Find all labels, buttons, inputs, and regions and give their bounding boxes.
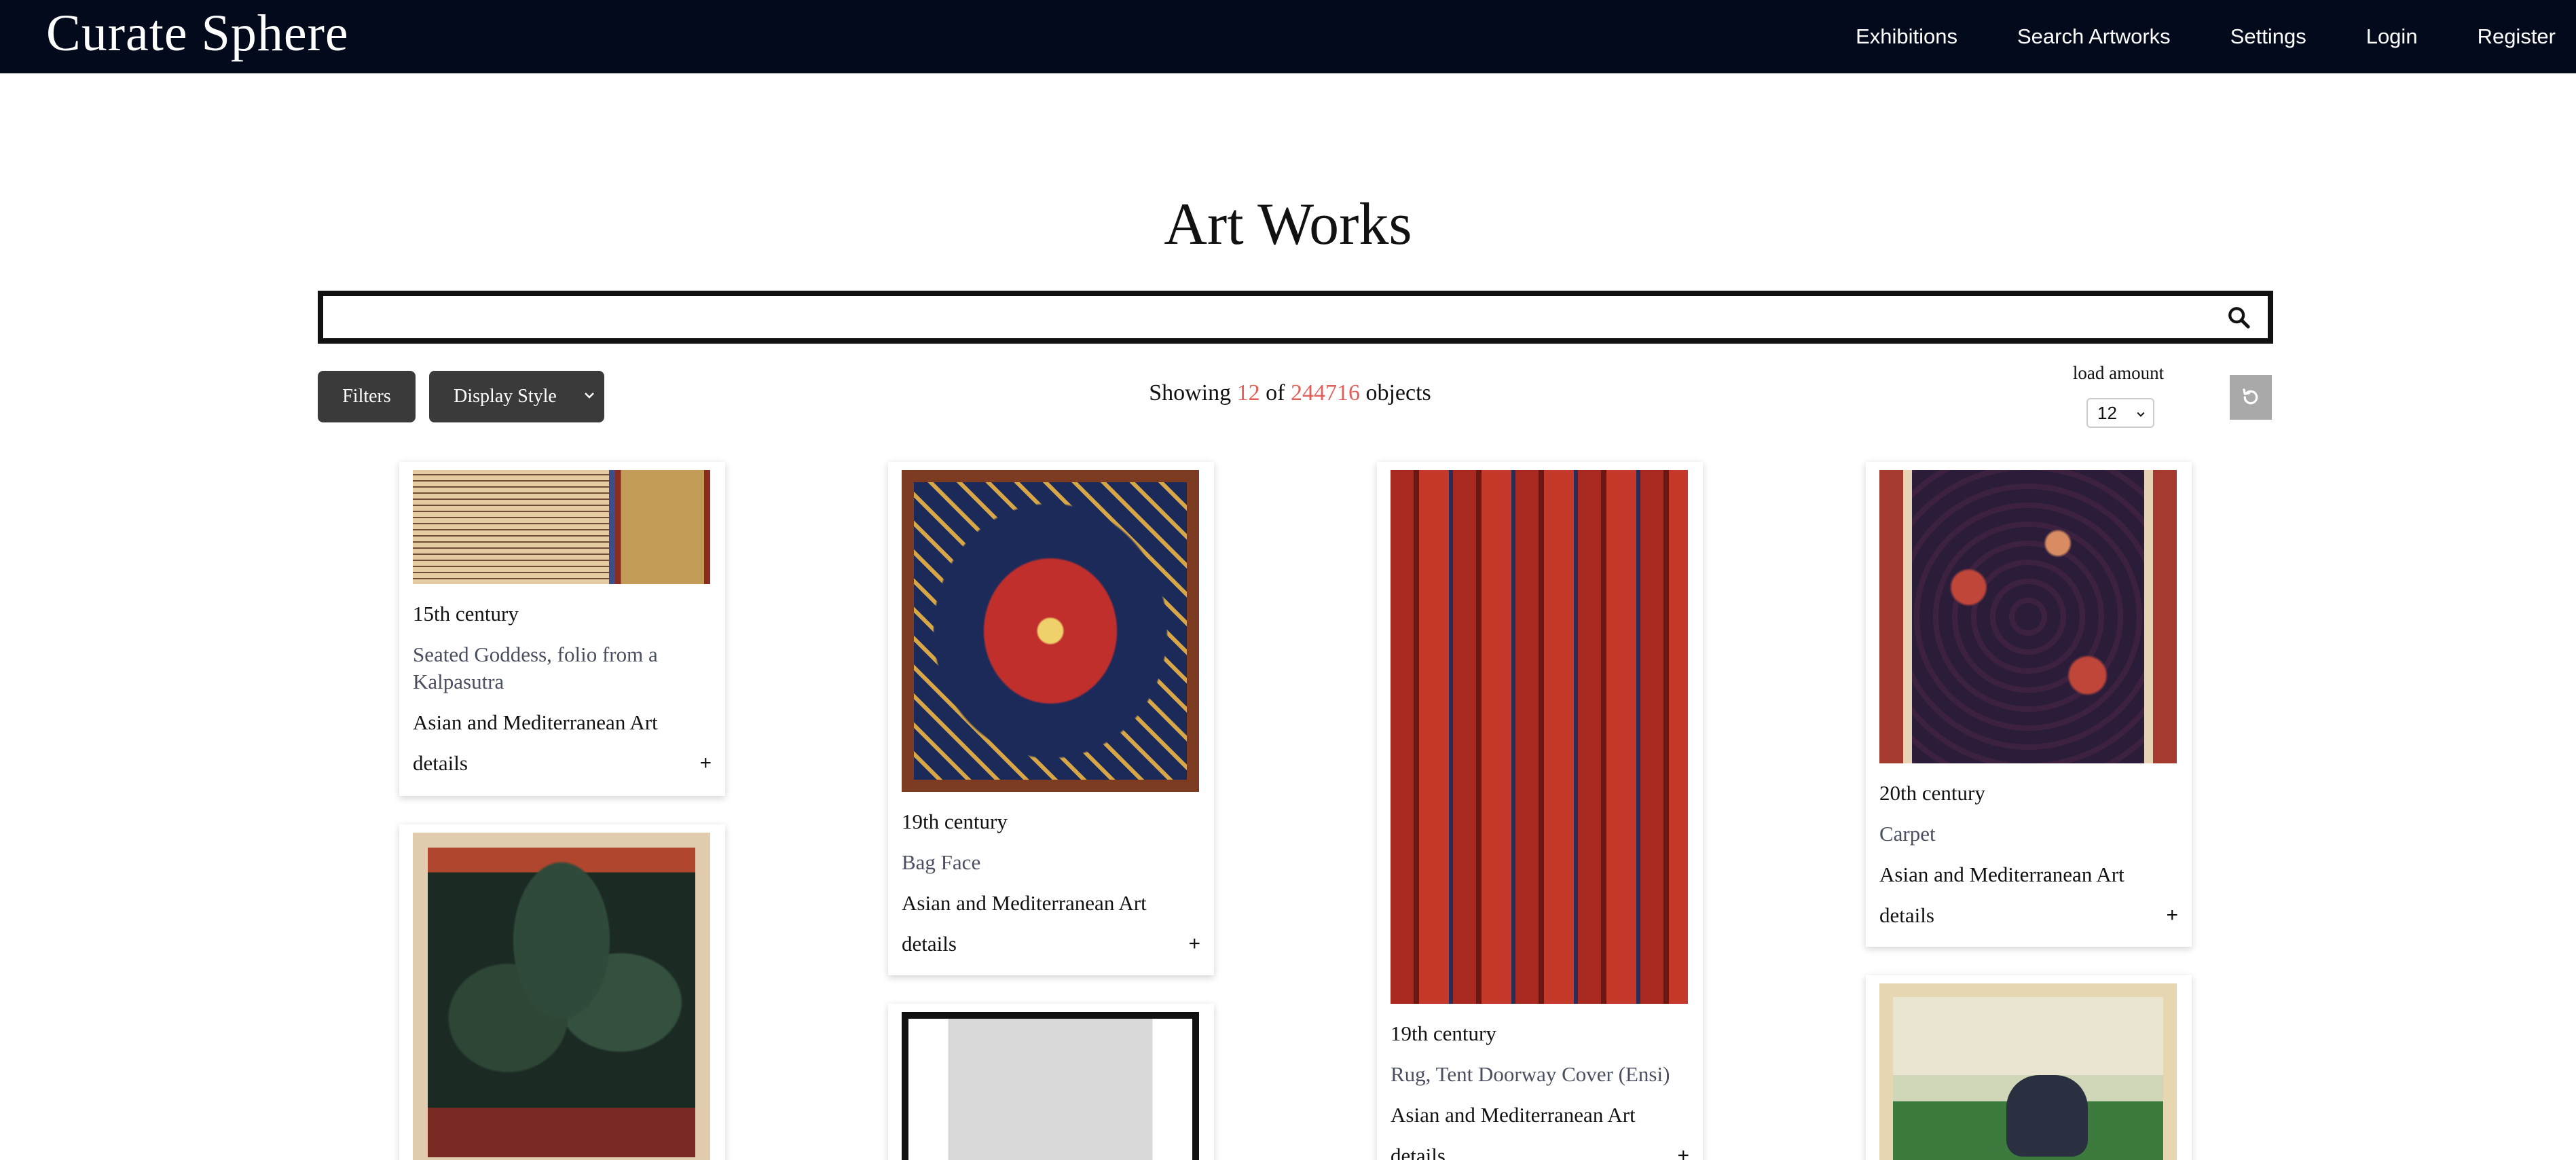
artwork-title[interactable]: Carpet [1879,820,2178,848]
display-style-dropdown[interactable]: Display Style [429,371,604,422]
artwork-century: 20th century [1879,781,1985,805]
top-navbar: Curate Sphere Exhibitions Search Artwork… [0,0,2576,73]
search-icon[interactable] [2227,306,2250,329]
details-toggle[interactable]: details + [1879,902,2178,929]
artwork-century: 15th century [413,602,519,626]
display-style-label: Display Style [454,386,557,407]
nav-login[interactable]: Login [2366,24,2418,49]
artwork-department: Asian and Mediterranean Art [1391,1103,1636,1127]
artwork-card[interactable]: 19th century Rug, Tent Doorway Cover (En… [1377,462,1703,1160]
artwork-image[interactable] [902,470,1199,792]
artwork-meta: 15th century Seated Goddess, folio from … [413,600,712,777]
artwork-title[interactable]: Bag Face [902,849,1200,876]
details-toggle[interactable]: details + [902,930,1200,958]
nav-settings[interactable]: Settings [2230,24,2306,49]
details-label: details [902,932,957,956]
showing-prefix: Showing [1149,380,1232,405]
artwork-image[interactable] [413,833,710,1160]
artwork-image[interactable] [1391,470,1688,1004]
artwork-figure [2006,1075,2089,1157]
artwork-card[interactable] [399,824,725,1160]
artwork-department: Asian and Mediterranean Art [413,710,658,734]
artwork-century: 19th century [902,810,1008,833]
artwork-card[interactable]: 15th century Seated Goddess, folio from … [399,462,725,796]
filters-button[interactable]: Filters [318,371,416,422]
showing-count: 12 [1236,380,1260,405]
results-count: Showing 12 of 244716 objects [951,380,1630,406]
artwork-card[interactable]: 19th century Bag Face Asian and Mediterr… [888,462,1214,975]
expand-icon[interactable]: + [699,750,712,777]
expand-icon[interactable]: + [2166,902,2178,929]
details-label: details [1391,1144,1446,1160]
details-label: details [413,751,468,775]
artwork-title[interactable]: Rug, Tent Doorway Cover (Ensi) [1391,1061,1689,1088]
artwork-card[interactable] [1866,975,2192,1160]
artwork-image[interactable] [1879,983,2177,1160]
reset-button[interactable] [2230,375,2272,420]
artwork-meta: 19th century Bag Face Asian and Mediterr… [902,808,1200,958]
showing-total: 244716 [1290,380,1360,405]
search-input[interactable] [323,296,2211,338]
page-title: Art Works [1164,192,1412,257]
artwork-department: Asian and Mediterranean Art [1879,863,2124,886]
artwork-title[interactable]: Seated Goddess, folio from a Kalpasutra [413,641,712,695]
artwork-image[interactable] [1879,470,2177,763]
expand-icon[interactable]: + [1677,1142,1689,1160]
artwork-meta: 20th century Carpet Asian and Mediterran… [1879,780,2178,929]
artwork-image[interactable] [902,1012,1199,1160]
artwork-card[interactable]: 20th century Carpet Asian and Mediterran… [1866,462,2192,947]
load-amount-value: 12 [2097,402,2117,423]
main-nav: Exhibitions Search Artworks Settings Log… [1856,0,2576,73]
artwork-meta: 19th century Rug, Tent Doorway Cover (En… [1391,1020,1689,1160]
chevron-down-icon [585,393,594,399]
brand-logo[interactable]: Curate Sphere [46,4,349,63]
load-amount-select[interactable]: 12 [2086,398,2154,428]
load-amount-label: load amount [2072,363,2165,383]
chevron-down-icon [2137,412,2145,417]
search-bar [318,291,2273,344]
artwork-department: Asian and Mediterranean Art [902,891,1147,915]
artwork-image[interactable] [413,470,710,584]
artwork-century: 19th century [1391,1021,1496,1045]
artwork-card[interactable] [888,1004,1214,1160]
nav-register[interactable]: Register [2478,24,2556,49]
showing-suffix: objects [1365,380,1431,405]
details-toggle[interactable]: details + [1391,1142,1689,1160]
nav-search-artworks[interactable]: Search Artworks [2017,24,2171,49]
details-label: details [1879,903,1934,927]
expand-icon[interactable]: + [1188,930,1200,958]
details-toggle[interactable]: details + [413,750,712,777]
refresh-icon [2243,388,2258,405]
nav-exhibitions[interactable]: Exhibitions [1856,24,1957,49]
showing-of: of [1266,380,1285,405]
